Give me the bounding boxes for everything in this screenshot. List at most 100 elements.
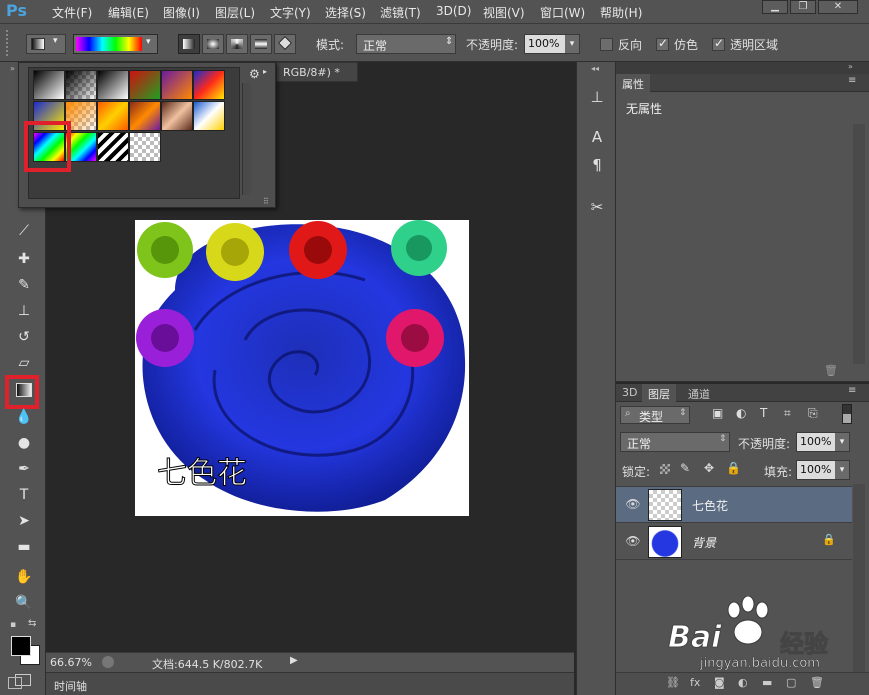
layer-opacity-input[interactable]: 100% ▾ xyxy=(796,432,850,452)
gradient-swatch[interactable] xyxy=(97,70,129,100)
healing-brush-icon[interactable]: ✚ xyxy=(12,248,36,270)
menu-window[interactable]: 窗口(W) xyxy=(540,4,585,21)
gradient-swatch[interactable] xyxy=(65,70,97,100)
gradient-swatch[interactable] xyxy=(161,70,193,100)
link-icon[interactable]: ⛓ xyxy=(666,676,680,689)
gradient-swatch[interactable] xyxy=(33,70,65,100)
gradient-editor-field[interactable]: ▾ xyxy=(73,34,158,54)
tool-preset-picker[interactable]: ▾ xyxy=(26,34,66,54)
dither-checkbox[interactable] xyxy=(656,36,669,51)
gradient-swatch[interactable] xyxy=(193,101,225,131)
layer-row-background[interactable]: 👁 背景 🔒 xyxy=(616,524,852,560)
lock-pixels-icon[interactable]: ✎ xyxy=(680,461,690,475)
properties-scrollbar[interactable] xyxy=(853,124,865,364)
opacity-input[interactable]: 100% ▾ xyxy=(524,34,580,54)
collapse-arrows-icon[interactable]: ◂◂ xyxy=(591,64,599,73)
eye-icon[interactable]: 👁 xyxy=(625,534,641,550)
picker-scrollbar[interactable] xyxy=(242,83,251,195)
lock-position-icon[interactable]: ✥ xyxy=(704,461,714,475)
shape-filter-icon[interactable]: ⌗ xyxy=(784,406,791,421)
layer-row-text[interactable]: 👁 七色花 xyxy=(616,487,852,523)
text-icon[interactable]: T xyxy=(760,406,767,420)
transparency-checkbox[interactable] xyxy=(712,36,725,51)
menu-layer[interactable]: 图层(L) xyxy=(215,4,255,21)
gradient-tool-button[interactable] xyxy=(12,380,36,402)
eye-icon[interactable]: 👁 xyxy=(625,497,641,513)
gradient-swatch[interactable] xyxy=(129,132,161,162)
tab-properties[interactable]: 属性 xyxy=(616,74,650,92)
chevron-down-icon[interactable]: ▾ xyxy=(146,37,151,47)
dodge-icon[interactable]: ● xyxy=(12,432,36,454)
panel-menu-icon[interactable]: ≡ xyxy=(848,385,856,396)
reflected-gradient-button[interactable] xyxy=(250,34,272,54)
mask-icon[interactable]: ◙ xyxy=(714,676,725,689)
radial-gradient-button[interactable] xyxy=(202,34,224,54)
gradient-swatch[interactable] xyxy=(129,101,161,131)
menu-type[interactable]: 文字(Y) xyxy=(270,4,311,21)
chevron-down-icon[interactable]: ▾ xyxy=(565,35,579,53)
lock-icon[interactable]: 🔒 xyxy=(726,461,741,475)
tab-layers[interactable]: 图层 xyxy=(642,384,676,402)
layer-name[interactable]: 七色花 xyxy=(692,497,728,514)
gradient-swatch[interactable] xyxy=(161,101,193,131)
close-button[interactable]: ✕ xyxy=(818,0,858,14)
diamond-gradient-button[interactable] xyxy=(274,34,296,54)
tab-channels[interactable]: 通道 xyxy=(682,384,716,402)
blend-mode-select[interactable]: 正常 ⇕ xyxy=(620,432,730,452)
character-icon[interactable]: A xyxy=(585,126,609,148)
default-colors-icon[interactable]: ▪ xyxy=(10,620,16,630)
layer-filter-select[interactable]: ⌕ 类型 ⇕ xyxy=(620,406,690,424)
minimize-button[interactable]: ▁ xyxy=(762,0,788,14)
trash-icon[interactable]: 🗑 xyxy=(810,676,824,689)
gradient-swatch[interactable] xyxy=(97,132,129,162)
folder-icon[interactable]: ▬ xyxy=(762,676,772,689)
panel-menu-icon[interactable]: ≡ xyxy=(848,75,856,86)
maximize-button[interactable]: ❐ xyxy=(790,0,816,14)
trash-icon[interactable]: 🗑 xyxy=(824,364,838,377)
timeline-label[interactable]: 时间轴 xyxy=(54,678,87,694)
clone-source-icon[interactable]: ⊥ xyxy=(585,86,609,108)
zoom-icon[interactable]: 🔍 xyxy=(12,592,36,614)
hand-icon[interactable]: ✋ xyxy=(12,566,36,588)
document-tab[interactable]: RGB/8#) * xyxy=(276,62,358,82)
pixel-filter-icon[interactable]: ▣ xyxy=(712,406,723,420)
gear-icon[interactable]: ⚙ xyxy=(249,67,260,81)
brush-icon[interactable]: ✎ xyxy=(12,274,36,296)
eraser-icon[interactable]: ▱ xyxy=(12,352,36,374)
foreground-color-swatch[interactable] xyxy=(11,636,31,656)
adjustment-filter-icon[interactable]: ◐ xyxy=(736,406,746,420)
clone-stamp-icon[interactable]: ⊥ xyxy=(12,300,36,322)
fx-icon[interactable]: fx xyxy=(690,676,700,689)
menu-filter[interactable]: 滤镜(T) xyxy=(380,4,421,21)
adjustment-icon[interactable]: ◐ xyxy=(738,676,748,689)
tools-preset-icon[interactable]: ✂ xyxy=(585,196,609,218)
pen-icon[interactable]: ✒ xyxy=(12,458,36,480)
layer-name[interactable]: 背景 xyxy=(692,534,716,551)
angle-gradient-button[interactable] xyxy=(226,34,248,54)
menu-select[interactable]: 选择(S) xyxy=(325,4,366,21)
timeline-icon[interactable] xyxy=(8,677,22,689)
swap-colors-icon[interactable]: ⇆ xyxy=(28,618,36,629)
collapse-arrows-icon[interactable]: » xyxy=(10,64,15,73)
chevron-down-icon[interactable]: ▾ xyxy=(835,433,849,451)
lock-transparent-icon[interactable] xyxy=(660,464,670,474)
smart-object-filter-icon[interactable]: ⎘ xyxy=(808,406,818,421)
tab-3d[interactable]: 3D xyxy=(616,384,643,402)
rectangle-shape-icon[interactable]: ▬ xyxy=(12,536,36,558)
menu-3d[interactable]: 3D(D) xyxy=(436,4,471,18)
menu-file[interactable]: 文件(F) xyxy=(52,4,92,21)
options-grip[interactable] xyxy=(6,30,14,56)
path-select-icon[interactable]: ➤ xyxy=(12,510,36,532)
resize-grip-icon[interactable]: ⠿ xyxy=(263,197,269,206)
collapse-arrows-icon[interactable]: » xyxy=(848,62,853,71)
filter-toggle[interactable] xyxy=(842,404,852,424)
document-canvas[interactable]: 七色花 xyxy=(135,220,469,516)
text-icon[interactable]: T xyxy=(12,484,36,506)
chevron-down-icon[interactable]: ▾ xyxy=(835,461,849,479)
menu-edit[interactable]: 编辑(E) xyxy=(108,4,149,21)
chevron-right-icon[interactable]: ▸ xyxy=(263,67,267,76)
reverse-checkbox[interactable] xyxy=(600,38,613,51)
fill-input[interactable]: 100% ▾ xyxy=(796,460,850,480)
gradient-swatch[interactable] xyxy=(129,70,161,100)
mode-select[interactable]: 正常 ⇕ xyxy=(356,34,456,54)
